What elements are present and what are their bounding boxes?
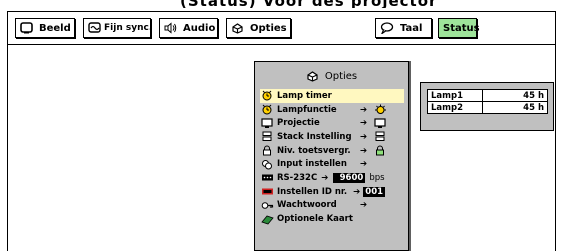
lamp-hours: 45 h bbox=[482, 101, 548, 114]
options-icon bbox=[306, 70, 319, 82]
menu-item-label: Lamp timer bbox=[277, 90, 332, 101]
tab-beeld-label: Beeld bbox=[39, 22, 71, 34]
stack-icon bbox=[260, 131, 274, 142]
tab-opties[interactable]: Opties bbox=[226, 18, 291, 38]
tab-taal-label: Taal bbox=[400, 22, 423, 34]
arrow-right-icon: ➔ bbox=[353, 186, 361, 197]
options-icon bbox=[231, 22, 244, 34]
table-row: Lamp1 45 h bbox=[427, 89, 548, 102]
projection-icon bbox=[373, 118, 387, 129]
menu-item-rs232c[interactable]: RS-232C ➔ 9600 bps bbox=[260, 171, 404, 185]
lock-icon bbox=[260, 145, 274, 156]
picture-icon bbox=[20, 22, 33, 34]
tab-status[interactable]: Status bbox=[438, 18, 480, 38]
tab-status-label: Status bbox=[443, 22, 480, 34]
tab-fijn-sync-label: Fijn sync. bbox=[104, 23, 153, 33]
id-number-icon bbox=[260, 186, 274, 197]
tab-opties-label: Opties bbox=[250, 22, 287, 34]
arrow-right-icon: ➔ bbox=[360, 145, 368, 156]
baud-rate-value: 9600 bbox=[333, 172, 366, 183]
menu-item-optionele-kaart[interactable]: Optionele Kaart bbox=[260, 212, 404, 226]
lamp-timer-panel: Lamp1 45 h Lamp2 45 h bbox=[420, 82, 554, 131]
lamp-hours: 45 h bbox=[482, 89, 548, 102]
input-icon bbox=[260, 159, 274, 170]
menu-item-input-instellen[interactable]: Input instellen ➔ bbox=[260, 157, 404, 171]
options-menu-title-label: Opties bbox=[324, 70, 358, 82]
menu-item-label: Lampfunctie bbox=[277, 104, 337, 115]
arrow-right-icon: ➔ bbox=[360, 118, 368, 129]
options-menu-title: Opties bbox=[255, 68, 408, 84]
lamp-timer-icon bbox=[260, 104, 274, 115]
menu-item-label: Niv. toetsvergr. bbox=[277, 145, 351, 156]
card-icon bbox=[260, 214, 274, 225]
stack-icon bbox=[373, 131, 387, 142]
menu-item-label: Instellen ID nr. bbox=[277, 186, 348, 197]
lamp-name: Lamp1 bbox=[427, 89, 483, 102]
page-title: (Status) Voor des projector bbox=[180, 0, 437, 8]
menu-item-label: Input instellen bbox=[277, 159, 347, 170]
lock-icon bbox=[373, 145, 387, 156]
menu-item-lamp-timer[interactable]: Lamp timer bbox=[260, 89, 404, 103]
top-title-bar: (Status) Voor des projector bbox=[0, 0, 561, 8]
arrow-right-icon: ➔ bbox=[360, 159, 368, 170]
tab-beeld[interactable]: Beeld bbox=[15, 18, 75, 38]
lamp-name: Lamp2 bbox=[427, 101, 483, 114]
lamp-function-icon bbox=[373, 104, 387, 115]
arrow-right-icon: ➔ bbox=[360, 200, 368, 211]
menu-item-label: Optionele Kaart bbox=[277, 214, 353, 225]
menu-item-label: RS-232C bbox=[277, 172, 318, 183]
id-number-value: 001 bbox=[363, 186, 386, 197]
baud-rate-unit: bps bbox=[369, 172, 385, 183]
toolbar-divider bbox=[7, 44, 556, 45]
tab-audio-label: Audio bbox=[183, 22, 216, 34]
arrow-right-icon: ➔ bbox=[321, 172, 329, 183]
table-row: Lamp2 45 h bbox=[427, 101, 548, 114]
menu-item-stack-instelling[interactable]: Stack Instelling ➔ bbox=[260, 130, 404, 144]
options-menu-list: Lamp timer Lampfunctie ➔ Projectie ➔ Sta… bbox=[260, 89, 404, 226]
projection-icon bbox=[260, 118, 274, 129]
menu-item-wachtwoord[interactable]: Wachtwoord ➔ bbox=[260, 199, 404, 213]
menu-item-instellen-id-nr[interactable]: Instellen ID nr. ➔ 001 bbox=[260, 185, 404, 199]
menu-item-projectie[interactable]: Projectie ➔ bbox=[260, 116, 404, 130]
menu-item-label: Projectie bbox=[277, 118, 320, 129]
menu-item-label: Wachtwoord bbox=[277, 200, 337, 211]
options-menu: Opties Lamp timer Lampfunctie ➔ Projecti… bbox=[254, 61, 409, 251]
lamp-timer-table: Lamp1 45 h Lamp2 45 h bbox=[427, 89, 548, 114]
speech-bubble-icon bbox=[380, 22, 394, 34]
fine-sync-icon bbox=[88, 22, 101, 34]
menu-item-niv-toetsvergr[interactable]: Niv. toetsvergr. ➔ bbox=[260, 144, 404, 158]
tab-fijn-sync[interactable]: Fijn sync. bbox=[83, 18, 153, 38]
menu-item-lampfunctie[interactable]: Lampfunctie ➔ bbox=[260, 103, 404, 117]
tab-audio[interactable]: Audio bbox=[159, 18, 218, 38]
arrow-right-icon: ➔ bbox=[360, 131, 368, 142]
serial-port-icon bbox=[260, 172, 274, 183]
speaker-icon bbox=[164, 22, 177, 34]
menu-item-label: Stack Instelling bbox=[277, 131, 352, 142]
arrow-right-icon: ➔ bbox=[360, 104, 368, 115]
key-icon bbox=[260, 200, 274, 211]
tab-taal[interactable]: Taal bbox=[375, 18, 432, 38]
lamp-timer-icon bbox=[260, 90, 274, 101]
